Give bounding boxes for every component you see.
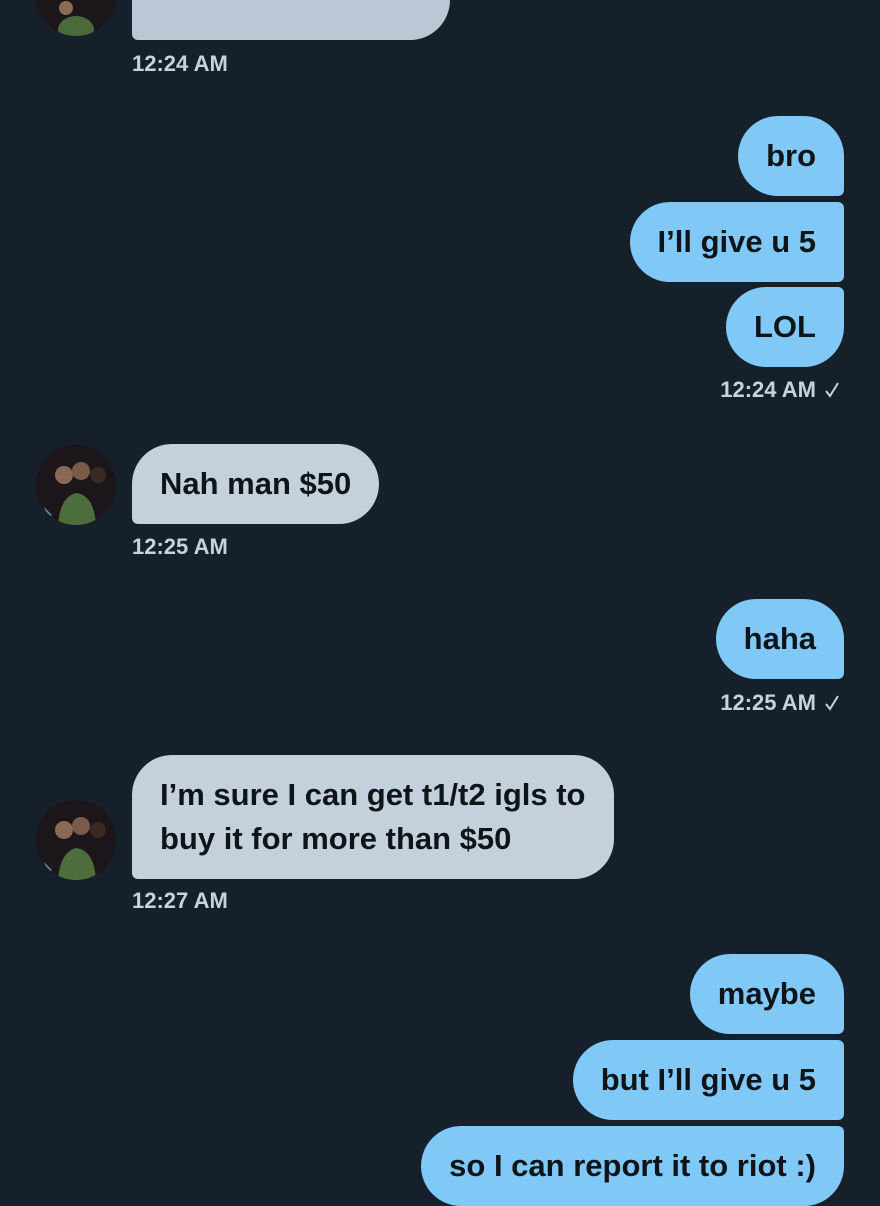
- message-bubble-incoming[interactable]: Nah man $50: [132, 444, 380, 524]
- message-timestamp-row: 12:25 AM: [720, 689, 840, 717]
- contact-avatar[interactable]: [36, 800, 116, 880]
- message-line: buy it for more than $50: [160, 821, 512, 856]
- message-bubble-outgoing[interactable]: haha: [715, 599, 844, 679]
- message-timestamp-row: 12:24 AM: [720, 376, 840, 404]
- message-timestamp: 12:24 AM: [720, 377, 816, 402]
- message-bubble-incoming-partial[interactable]: [132, 0, 450, 40]
- message-bubble-outgoing[interactable]: but I’ll give u 5: [572, 1040, 844, 1120]
- message-bubble-outgoing[interactable]: I’ll give u 5: [629, 202, 844, 282]
- message-bubble-outgoing[interactable]: LOL: [726, 287, 844, 367]
- contact-avatar[interactable]: [36, 0, 116, 36]
- message-timestamp: 12:25 AM: [720, 690, 816, 715]
- message-timestamp: 12:24 AM: [132, 51, 228, 76]
- contact-avatar[interactable]: [36, 445, 116, 525]
- checkmark-icon: [825, 382, 839, 398]
- message-timestamp: 12:25 AM: [132, 534, 228, 559]
- message-bubble-outgoing[interactable]: bro: [738, 116, 844, 196]
- message-timestamp: 12:27 AM: [132, 888, 228, 913]
- checkmark-icon: [825, 695, 839, 711]
- message-bubble-outgoing[interactable]: so I can report it to riot :): [421, 1126, 844, 1206]
- message-line: I’m sure I can get t1/t2 igls to: [160, 777, 586, 812]
- conversation-view: 12:24 AM bro I’ll give u 5 LOL 12:24 AM …: [0, 0, 880, 1206]
- message-bubble-outgoing[interactable]: maybe: [689, 954, 844, 1034]
- message-bubble-incoming[interactable]: I’m sure I can get t1/t2 igls to buy it …: [132, 755, 614, 879]
